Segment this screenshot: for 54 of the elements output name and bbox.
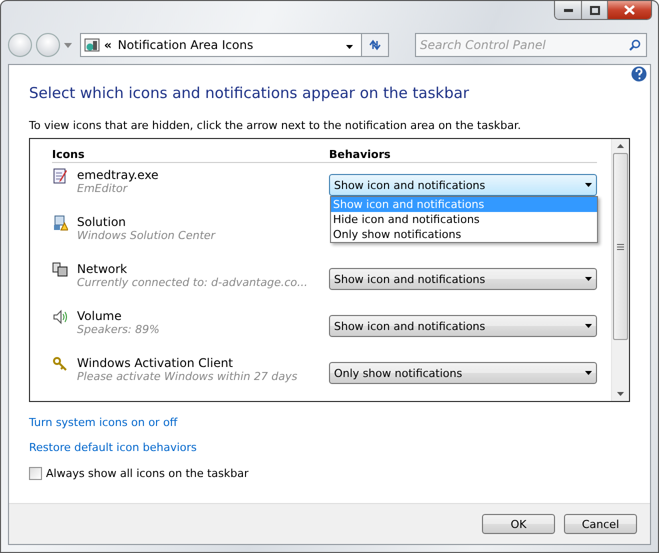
control-panel-icon bbox=[84, 37, 100, 53]
behavior-dropdown[interactable]: Show icon and notifications bbox=[329, 268, 597, 290]
keys-icon bbox=[52, 356, 68, 372]
dropdown-option[interactable]: Only show notifications bbox=[331, 227, 597, 242]
behavior-dropdown[interactable]: Only show notifications bbox=[329, 362, 597, 384]
behavior-dropdown[interactable]: Show icon and notifications bbox=[329, 315, 597, 337]
notepad-pencil-icon bbox=[52, 168, 68, 184]
icon-name: Volume bbox=[77, 309, 123, 323]
icon-description: EmEditor bbox=[77, 182, 129, 195]
dropdown-arrow-icon bbox=[585, 371, 592, 375]
icon-name: emedtray.exe bbox=[77, 168, 159, 182]
icon-name: Windows Activation Client bbox=[77, 356, 234, 370]
dropdown-arrow-icon bbox=[346, 45, 353, 49]
column-header: Behaviors bbox=[329, 148, 392, 161]
icon-description: Please activate Windows within 27 days bbox=[77, 370, 298, 383]
icon-description: Currently connected to: d-advantage.co... bbox=[77, 276, 308, 289]
refresh-icon bbox=[368, 39, 382, 51]
icon-description: Speakers: 89% bbox=[77, 323, 160, 336]
maximize-button[interactable] bbox=[581, 1, 607, 19]
scroll-down-icon[interactable] bbox=[617, 392, 624, 396]
address-bar[interactable]: « Notification Area Icons bbox=[80, 33, 389, 57]
link[interactable]: Turn system icons on or off bbox=[29, 416, 178, 429]
dropdown-option[interactable]: Hide icon and notifications bbox=[331, 212, 597, 227]
scrollbar[interactable] bbox=[611, 139, 629, 401]
dropdown-arrow-icon bbox=[585, 324, 592, 328]
minimize-button[interactable] bbox=[555, 1, 581, 19]
icon-name: Network bbox=[77, 262, 128, 276]
dialog-button[interactable]: Cancel bbox=[564, 514, 637, 534]
page-heading: Select which icons and notifications appear on the taskbar bbox=[29, 84, 470, 102]
close-button[interactable] bbox=[607, 1, 651, 19]
instruction-text: To view icons that are hidden, click the arrow next to the notification area on the taskbar. bbox=[29, 119, 522, 132]
maximize-icon bbox=[590, 6, 600, 14]
flag-warning-icon bbox=[52, 215, 68, 231]
search-field[interactable]: Search Control Panel bbox=[416, 38, 629, 52]
dropdown-arrow-icon bbox=[585, 277, 592, 281]
dropdown-arrow-icon bbox=[585, 183, 592, 187]
network-computers-icon bbox=[52, 262, 68, 278]
minimize-icon bbox=[564, 8, 572, 12]
refresh-button[interactable] bbox=[361, 34, 388, 56]
checkbox-label[interactable]: Always show all icons on the taskbar bbox=[46, 467, 249, 480]
icon-name: Solution bbox=[77, 215, 127, 229]
scroll-thumb[interactable] bbox=[613, 153, 628, 340]
column-header: Icons bbox=[52, 148, 86, 161]
speaker-icon bbox=[52, 309, 68, 325]
checkbox[interactable] bbox=[29, 467, 42, 480]
search-box[interactable]: Search Control Panel bbox=[415, 33, 647, 57]
icon-description: Windows Solution Center bbox=[77, 229, 216, 242]
dialog-button[interactable]: OK bbox=[482, 514, 555, 534]
close-icon bbox=[624, 5, 635, 15]
link[interactable]: Restore default icon behaviors bbox=[29, 441, 197, 454]
scroll-up-icon[interactable] bbox=[617, 144, 624, 148]
history-dropdown-icon[interactable] bbox=[64, 42, 72, 48]
search-icon[interactable] bbox=[629, 39, 641, 51]
help-icon[interactable] bbox=[631, 66, 647, 82]
